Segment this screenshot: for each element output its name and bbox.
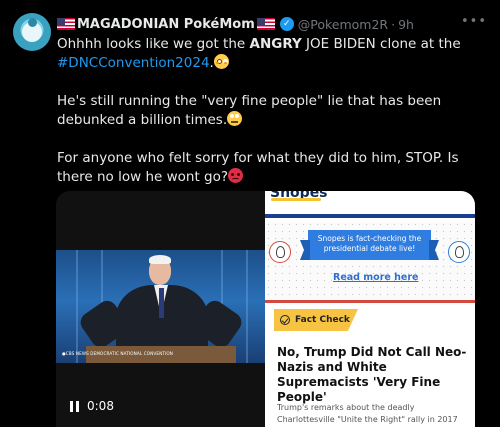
candidate-portrait-icon (269, 241, 291, 263)
author-display-name[interactable]: MAGADONIAN PokéMom (77, 17, 255, 32)
article-image[interactable]: Snopes Snopes is fact-checking the presi… (265, 191, 475, 427)
text-segment: JOE BIDEN clone at the (301, 36, 461, 52)
logo-underline (271, 198, 321, 201)
flushed-face-emoji (213, 54, 229, 69)
pause-icon[interactable] (70, 400, 79, 412)
tweet-paragraph-3: For anyone who felt sorry for what they … (57, 149, 487, 187)
profile-avatar[interactable] (13, 13, 51, 51)
text-segment: Ohhhh looks like we got the (57, 36, 250, 52)
text-bold: ANGRY (249, 36, 302, 52)
hashtag-link[interactable]: #DNCConvention2024 (57, 55, 210, 71)
broadcast-overlay: ●CBS NEWS DEMOCRATIC NATIONAL CONVENTION (62, 351, 173, 356)
tag-label: Fact Check (295, 315, 350, 325)
us-flag-icon (57, 18, 75, 30)
tweet-paragraph-1: Ohhhh looks like we got the ANGRY JOE BI… (57, 35, 487, 73)
text-segment: He's still running the "very fine people… (57, 93, 442, 128)
video-player[interactable]: ●CBS NEWS DEMOCRATIC NATIONAL CONVENTION… (56, 191, 265, 427)
fact-check-tag: Fact Check (274, 309, 358, 331)
separator: · (391, 16, 396, 32)
divider (265, 300, 475, 303)
read-more-link: Read more here (333, 272, 419, 283)
media-grid: ●CBS NEWS DEMOCRATIC NATIONAL CONVENTION… (56, 191, 475, 427)
post-time[interactable]: 9h (398, 17, 414, 32)
header-rule (265, 214, 475, 218)
candidate-portrait-icon (448, 241, 470, 263)
more-options-icon[interactable]: ••• (461, 14, 487, 29)
article-headline: No, Trump Did Not Call Neo-Nazis and Whi… (277, 345, 467, 404)
backdrop-stripe (246, 250, 248, 363)
face-with-rolling-eyes-emoji (227, 111, 243, 126)
tweet-header: MAGADONIAN PokéMom ✓ @Pokemom2R · 9h (57, 14, 487, 34)
video-controls: 0:08 (70, 399, 114, 413)
tweet-paragraph-2: He's still running the "very fine people… (57, 92, 487, 130)
avatar-figure-detail (28, 18, 37, 27)
speaker-tie (159, 288, 164, 318)
article-summary: Trump's remarks about the deadly Charlot… (277, 403, 458, 424)
video-time: 0:08 (87, 399, 114, 413)
verified-check-icon[interactable]: ✓ (279, 17, 294, 31)
check-circle-icon (280, 315, 290, 325)
video-frame[interactable]: ●CBS NEWS DEMOCRATIC NATIONAL CONVENTION (56, 250, 265, 363)
angry-face-emoji (228, 168, 244, 183)
us-flag-icon (256, 18, 275, 30)
author-handle[interactable]: @Pokemom2R (298, 17, 388, 32)
text-segment: For anyone who felt sorry for what they … (57, 150, 459, 185)
speaker-hair (149, 255, 171, 264)
fact-check-banner: Snopes is fact-checking the presidential… (308, 230, 431, 260)
backdrop-stripe (76, 250, 78, 363)
tweet-text: Ohhhh looks like we got the ANGRY JOE BI… (57, 35, 487, 187)
